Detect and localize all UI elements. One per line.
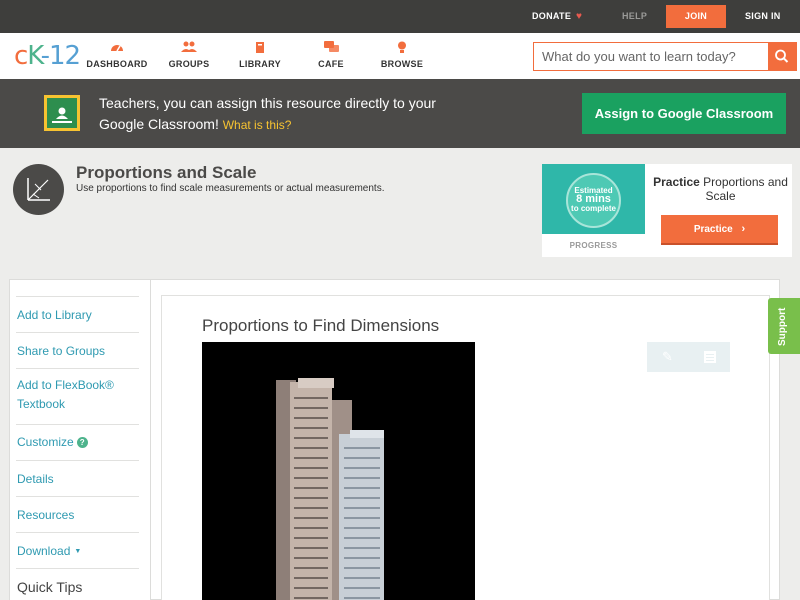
nav-dashboard-label: DASHBOARD (86, 59, 148, 69)
sidebar-item-share-to-groups[interactable]: Share to Groups (16, 332, 139, 368)
search-icon (775, 49, 789, 63)
practice-title: Practice Proportions and Scale (653, 175, 788, 203)
help-icon[interactable]: ? (76, 437, 88, 448)
sidebar-item-label: Quick Tips (17, 579, 83, 595)
notes-icon[interactable] (689, 342, 730, 372)
article-title: Proportions to Find Dimensions (202, 316, 440, 335)
nav-groups[interactable]: GROUPS (154, 41, 224, 69)
dashboard-icon (82, 41, 152, 55)
groups-icon (154, 41, 224, 55)
sidebar-item-label: Share to Groups (17, 344, 106, 358)
sidebar: Add to Library Share to Groups Add to Fl… (10, 280, 151, 600)
heart-icon: ♥ (575, 11, 583, 22)
caret-down-icon: ▼ (74, 548, 82, 555)
practice-button-label: Practice (693, 224, 733, 235)
ck12-logo[interactable]: cK-12 (14, 41, 81, 71)
progress-label: PROGRESS (569, 241, 618, 250)
sidebar-item-quick-tips[interactable]: Quick Tips (16, 568, 139, 600)
sign-in-link[interactable]: SIGN IN (745, 0, 781, 33)
estimated-mins: 8 mins (576, 193, 611, 205)
sidebar-item-label: Add to FlexBook® Textbook (17, 378, 114, 411)
classroom-banner: Teachers, you can assign this resource d… (0, 79, 800, 148)
what-is-this-link[interactable]: What is this? (223, 118, 292, 132)
nav-browse-label: BROWSE (380, 59, 424, 69)
practice-card: Estimated 8 mins to complete PROGRESS Pr… (542, 164, 792, 257)
building-image (202, 342, 475, 600)
sidebar-item-add-to-library[interactable]: Add to Library (16, 296, 139, 332)
sidebar-item-label: Details (17, 472, 54, 486)
search-button[interactable] (768, 43, 796, 70)
assign-google-classroom-button[interactable]: Assign to Google Classroom (582, 93, 786, 134)
page-subtitle: Use proportions to find scale measuremen… (76, 183, 385, 194)
classroom-banner-text: Teachers, you can assign this resource d… (99, 93, 439, 136)
logo-12: -12 (40, 41, 81, 71)
pencil-icon[interactable]: ✎ (647, 342, 688, 372)
sidebar-item-label: Download (17, 544, 71, 558)
donate-label: DONATE (532, 11, 572, 21)
to-complete-label: to complete (571, 204, 616, 213)
article-tools: ✎ (647, 342, 730, 372)
practice-estimate-graphic: Estimated 8 mins to complete (542, 164, 645, 234)
nav-browse[interactable]: BROWSE (367, 41, 437, 69)
main-nav: cK-12 DASHBOARD GROUPS LIBRARY CAFE BROW… (0, 33, 800, 79)
sidebar-item-download[interactable]: Download ▼ (16, 532, 139, 568)
google-classroom-icon (44, 95, 80, 131)
join-button[interactable]: JOIN (666, 5, 726, 28)
logo-c: c (14, 41, 28, 71)
estimate-badge: Estimated 8 mins to complete (566, 173, 621, 228)
sidebar-item-details[interactable]: Details (16, 460, 139, 496)
nav-cafe-label: CAFE (318, 59, 344, 69)
practice-title-bold: Practice (653, 175, 700, 189)
support-label: Support (777, 307, 788, 346)
library-icon (225, 41, 295, 55)
sidebar-item-resources[interactable]: Resources (16, 496, 139, 532)
sidebar-item-customize[interactable]: Customize? (16, 424, 139, 460)
article-panel: Proportions to Find Dimensions ✎ (161, 295, 770, 600)
nav-cafe[interactable]: CAFE (296, 41, 366, 69)
top-bar: DONATE ♥ HELP JOIN SIGN IN (0, 0, 800, 33)
sidebar-item-label: Customize (17, 435, 74, 449)
sidebar-item-label: Add to Library (17, 308, 92, 322)
concept-icon (13, 164, 64, 215)
page-title: Proportions and Scale (76, 163, 257, 182)
practice-button[interactable]: Practice › (661, 215, 778, 245)
search-input[interactable] (534, 43, 769, 70)
donate-link[interactable]: DONATE ♥ (532, 0, 582, 33)
chevron-right-icon: › (741, 223, 746, 235)
support-tab[interactable]: Support (768, 298, 800, 354)
nav-library-label: LIBRARY (239, 59, 281, 69)
content-area: Add to Library Share to Groups Add to Fl… (9, 279, 780, 600)
browse-icon (367, 41, 437, 55)
search-box (533, 42, 797, 71)
nav-groups-label: GROUPS (168, 59, 210, 69)
nav-dashboard[interactable]: DASHBOARD (82, 41, 152, 69)
sidebar-item-add-to-flexbook[interactable]: Add to FlexBook® Textbook (16, 368, 139, 424)
help-link[interactable]: HELP (622, 0, 647, 33)
cafe-icon (296, 41, 366, 55)
sidebar-item-label: Resources (17, 508, 75, 522)
practice-title-rest: Proportions and Scale (703, 175, 788, 203)
logo-k: K (27, 41, 41, 71)
nav-library[interactable]: LIBRARY (225, 41, 295, 69)
